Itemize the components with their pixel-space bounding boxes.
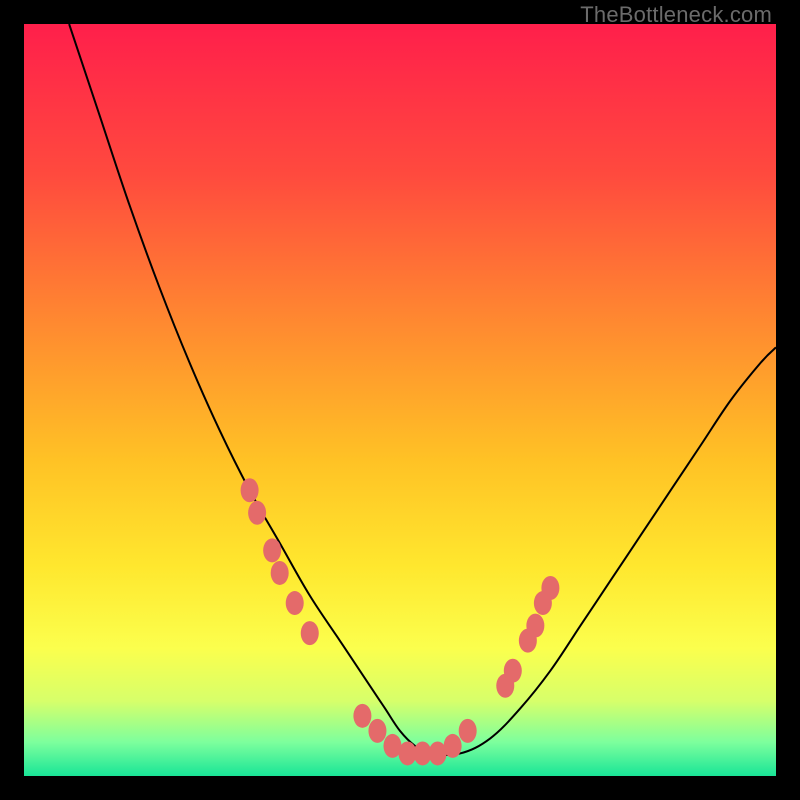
highlight-dot (526, 614, 544, 638)
chart-background (24, 24, 776, 776)
highlight-dot (444, 734, 462, 758)
chart-frame (24, 24, 776, 776)
highlight-dot (504, 659, 522, 683)
highlight-dot (353, 704, 371, 728)
highlight-dot (271, 561, 289, 585)
highlight-dot (301, 621, 319, 645)
highlight-dot (459, 719, 477, 743)
highlight-dot (241, 478, 259, 502)
bottleneck-chart (24, 24, 776, 776)
highlight-dot (248, 501, 266, 525)
highlight-dot (541, 576, 559, 600)
highlight-dot (368, 719, 386, 743)
highlight-dot (263, 538, 281, 562)
highlight-dot (286, 591, 304, 615)
